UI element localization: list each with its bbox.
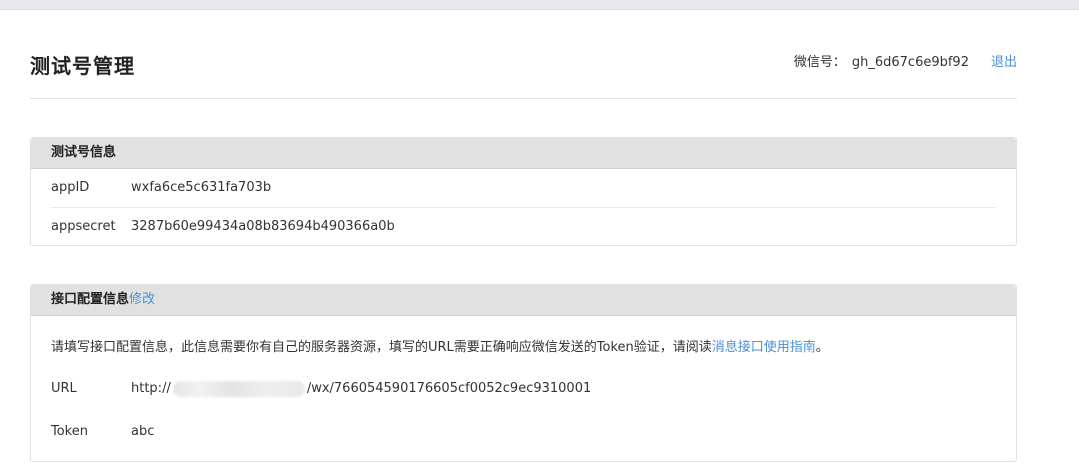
url-label: URL bbox=[51, 381, 77, 396]
page-header: 测试号管理 微信号： gh_6d67c6e9bf92 退出 bbox=[30, 40, 1017, 99]
appsecret-label: appsecret bbox=[51, 219, 116, 234]
appsecret-row: appsecret 3287b60e99434a08b83694b490366a… bbox=[51, 207, 996, 246]
redacted-host bbox=[172, 380, 305, 397]
appid-value: wxfa6ce5c631fa703b bbox=[131, 180, 272, 195]
config-title: 接口配置信息 bbox=[51, 292, 130, 307]
appid-label: appID bbox=[51, 180, 90, 195]
message-api-guide-link[interactable]: 消息接口使用指南 bbox=[712, 340, 816, 355]
panel-title: 接口配置信息修改 bbox=[31, 285, 1016, 316]
appsecret-value: 3287b60e99434a08b83694b490366a0b bbox=[131, 219, 395, 234]
token-value: abc bbox=[131, 424, 155, 439]
token-row: Token abc bbox=[51, 410, 996, 453]
logout-link[interactable]: 退出 bbox=[991, 55, 1017, 70]
page-title: 测试号管理 bbox=[30, 54, 135, 78]
interface-config-panel: 接口配置信息修改 请填写接口配置信息，此信息需要你有自己的服务器资源，填写的UR… bbox=[30, 284, 1017, 462]
description-text: 请填写接口配置信息，此信息需要你有自己的服务器资源，填写的URL需要正确响应微信… bbox=[51, 340, 712, 355]
url-prefix: http:// bbox=[131, 381, 171, 396]
description-end: 。 bbox=[815, 340, 829, 355]
wechat-id-label: 微信号： bbox=[793, 55, 846, 70]
panel-title: 测试号信息 bbox=[31, 138, 1016, 169]
edit-link[interactable]: 修改 bbox=[129, 292, 155, 307]
test-account-info-panel: 测试号信息 appID wxfa6ce5c631fa703b appsecret… bbox=[30, 137, 1017, 246]
account-info: 微信号： gh_6d67c6e9bf92 退出 bbox=[794, 51, 1017, 70]
url-value: http:// /wx/766054590176605cf0052c9ec9310… bbox=[131, 367, 591, 410]
url-path: /wx/766054590176605cf0052c9ec9310001 bbox=[306, 381, 592, 396]
url-row: URL http:// /wx/766054590176605cf0052c9ec… bbox=[51, 367, 996, 410]
appid-row: appID wxfa6ce5c631fa703b bbox=[51, 169, 996, 207]
wechat-id-value: gh_6d67c6e9bf92 bbox=[851, 55, 969, 70]
top-bar bbox=[0, 0, 1079, 10]
config-description: 请填写接口配置信息，此信息需要你有自己的服务器资源，填写的URL需要正确响应微信… bbox=[51, 336, 996, 355]
token-label: Token bbox=[51, 424, 88, 439]
